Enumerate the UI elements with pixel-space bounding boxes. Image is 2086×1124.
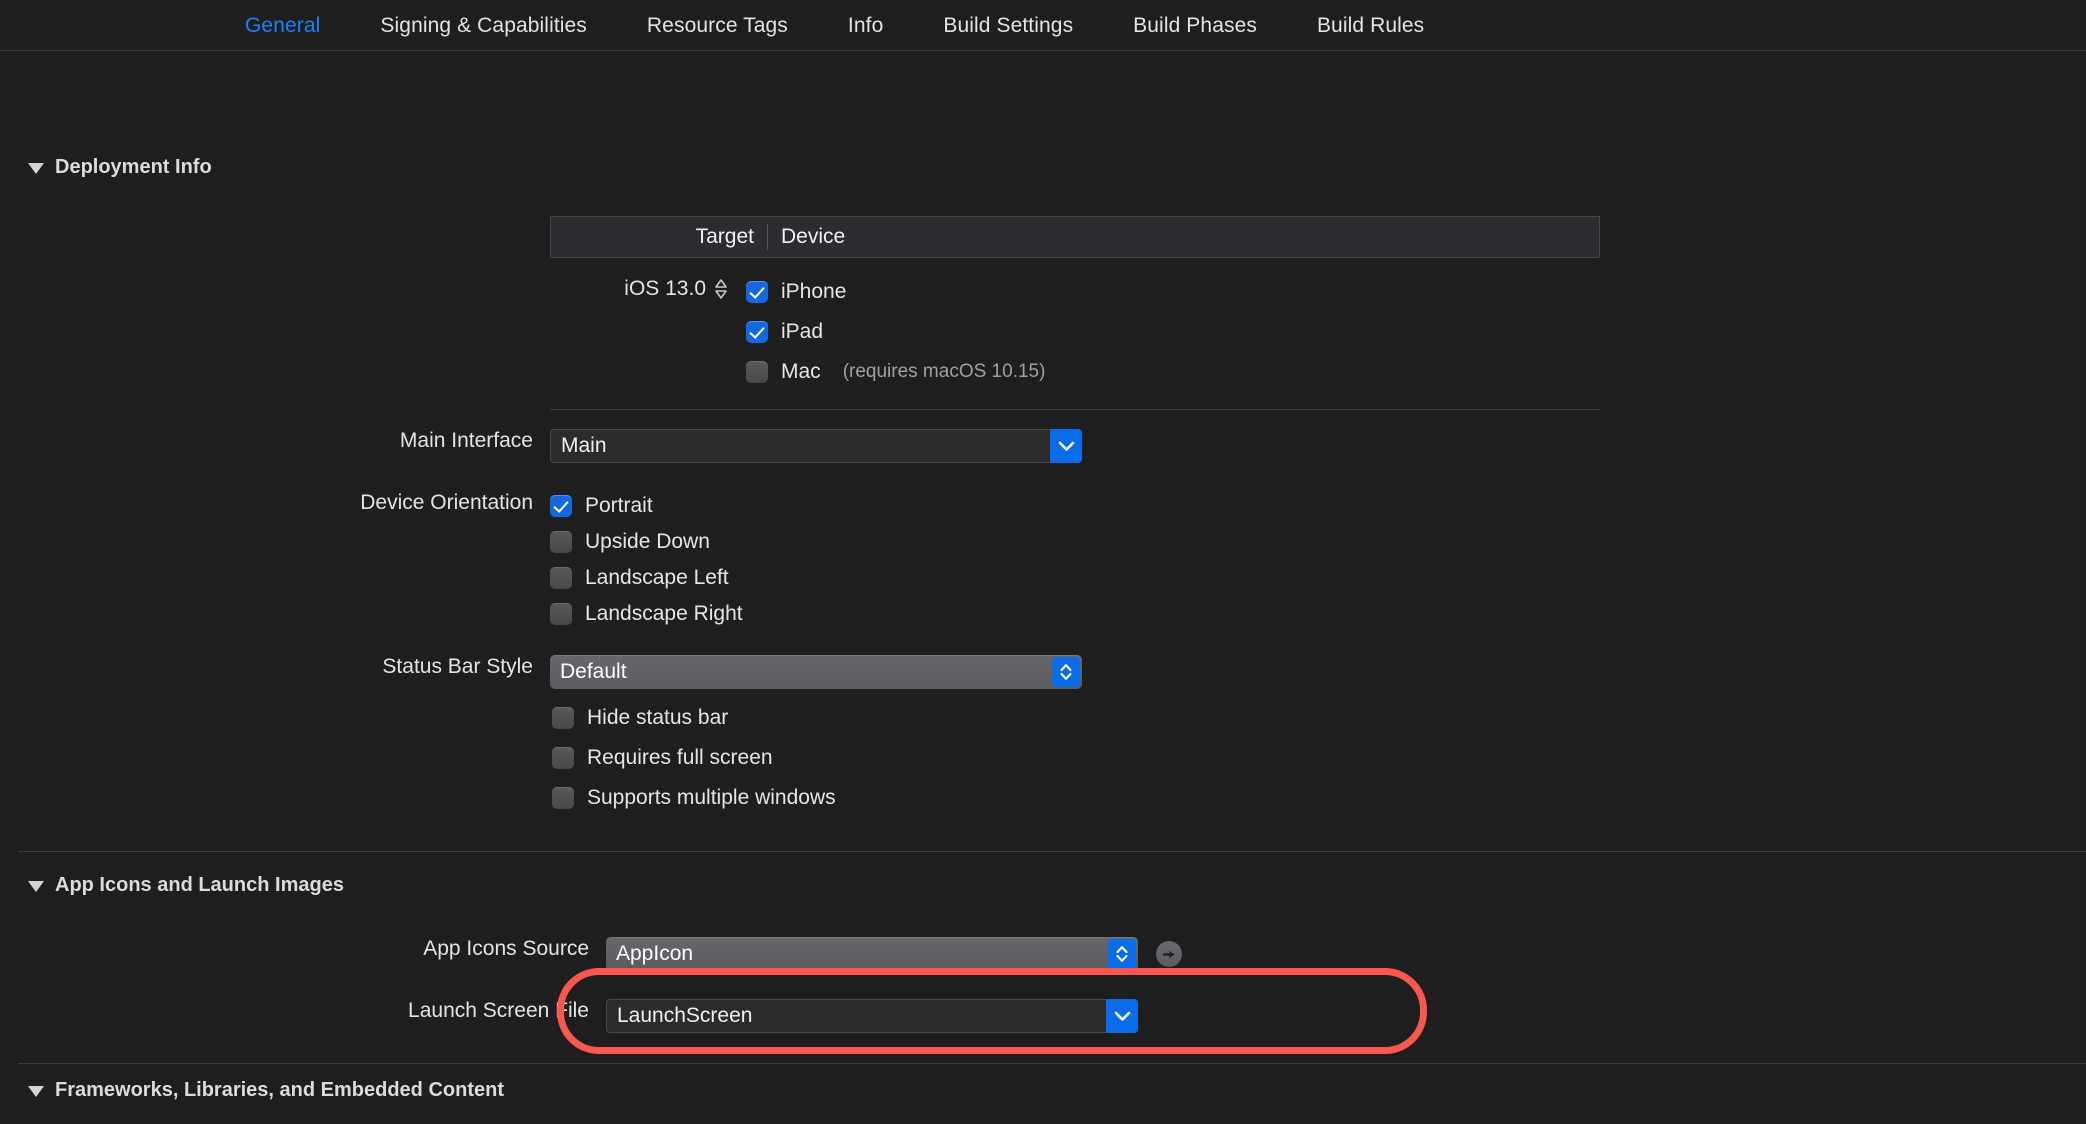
app-icons-source-value: AppIcon xyxy=(616,942,694,965)
combo-launch-screen-file[interactable]: LaunchScreen xyxy=(606,999,1138,1033)
stepper-updown-icon[interactable] xyxy=(714,278,728,300)
section-header-deployment-info[interactable]: Deployment Info xyxy=(28,156,212,179)
checkbox-label-landscape-left: Landscape Left xyxy=(585,566,729,589)
chevron-down-icon[interactable] xyxy=(1050,429,1082,463)
divider-above-frameworks xyxy=(18,1063,2086,1064)
tab-build-settings[interactable]: Build Settings xyxy=(943,14,1073,38)
checkbox-hide-status-bar[interactable] xyxy=(552,707,574,729)
popup-updown-chevrons-icon[interactable] xyxy=(1052,657,1080,687)
checkbox-row-ipad[interactable]: iPad xyxy=(746,317,1045,347)
checkbox-note-mac: (requires macOS 10.15) xyxy=(842,361,1046,382)
section-title-deployment-info: Deployment Info xyxy=(55,156,212,178)
row-status-bar-style: Status Bar Style Default Hide status bar xyxy=(302,655,1082,813)
popup-app-icons-source[interactable]: AppIcon xyxy=(606,937,1138,971)
status-bar-style-group: Default Hide status bar Requires full sc… xyxy=(550,655,1082,813)
checkbox-row-upside-down[interactable]: Upside Down xyxy=(550,527,743,557)
checkbox-label-portrait: Portrait xyxy=(585,494,653,517)
row-launch-screen-file: Launch Screen File LaunchScreen xyxy=(358,999,1138,1033)
device-checkbox-group: iPhone iPad Mac (requires macOS 10.15) xyxy=(746,277,1045,387)
deployment-target-value: iOS 13.0 xyxy=(624,277,706,300)
column-header-device: Device xyxy=(781,225,846,248)
label-app-icons-source: App Icons Source xyxy=(423,937,589,960)
main-interface-value[interactable]: Main xyxy=(550,429,1050,463)
disclosure-triangle-down-icon[interactable] xyxy=(28,1086,44,1097)
checkbox-row-landscape-left[interactable]: Landscape Left xyxy=(550,563,743,593)
divider-above-app-icons xyxy=(18,851,2086,852)
deployment-target-stepper[interactable]: iOS 13.0 xyxy=(550,277,740,301)
row-deployment-target: iOS 13.0 iPhone iPad Mac (requires macOS… xyxy=(550,277,1045,387)
checkbox-row-portrait[interactable]: Portrait xyxy=(550,491,743,521)
tab-build-phases[interactable]: Build Phases xyxy=(1133,14,1257,38)
checkbox-label-hide-status-bar: Hide status bar xyxy=(587,706,729,729)
checkbox-label-upside-down: Upside Down xyxy=(585,530,710,553)
row-device-orientation: Device Orientation Portrait Upside Down … xyxy=(302,491,743,629)
chevron-down-icon[interactable] xyxy=(1106,999,1138,1033)
checkbox-label-ipad: iPad xyxy=(781,320,824,343)
deployment-devices-divider xyxy=(550,409,1600,410)
tab-info[interactable]: Info xyxy=(848,14,883,38)
checkbox-label-requires-full-screen: Requires full screen xyxy=(587,746,773,769)
checkbox-iphone[interactable] xyxy=(746,281,768,303)
checkbox-row-hide-status-bar[interactable]: Hide status bar xyxy=(552,703,1082,733)
checkbox-requires-full-screen[interactable] xyxy=(552,747,574,769)
status-bar-style-value: Default xyxy=(560,660,627,683)
checkbox-row-supports-multiple-windows[interactable]: Supports multiple windows xyxy=(552,783,1082,813)
arrow-right-circle-icon[interactable] xyxy=(1156,941,1182,967)
project-editor-tabbar: General Signing & Capabilities Resource … xyxy=(0,0,2086,51)
checkbox-label-supports-multiple-windows: Supports multiple windows xyxy=(587,786,836,809)
checkbox-upside-down[interactable] xyxy=(550,531,572,553)
checkbox-ipad[interactable] xyxy=(746,321,768,343)
column-header-target: Target xyxy=(695,225,754,248)
tab-general[interactable]: General xyxy=(245,14,320,38)
table-header-row: Target Device xyxy=(551,217,1599,258)
xcode-general-settings-window: General Signing & Capabilities Resource … xyxy=(0,0,2086,1124)
checkbox-row-iphone[interactable]: iPhone xyxy=(746,277,1045,307)
checkbox-row-mac[interactable]: Mac (requires macOS 10.15) xyxy=(746,357,1045,387)
checkbox-landscape-right[interactable] xyxy=(550,603,572,625)
checkbox-label-landscape-right: Landscape Right xyxy=(585,602,743,625)
section-header-app-icons-and-launch-images[interactable]: App Icons and Launch Images xyxy=(28,874,344,897)
checkbox-row-requires-full-screen[interactable]: Requires full screen xyxy=(552,743,1082,773)
disclosure-triangle-down-icon[interactable] xyxy=(28,163,44,174)
checkbox-landscape-left[interactable] xyxy=(550,567,572,589)
section-header-frameworks-libraries-embedded-content[interactable]: Frameworks, Libraries, and Embedded Cont… xyxy=(28,1079,504,1102)
checkbox-label-mac: Mac xyxy=(781,360,821,383)
settings-scroll-area[interactable]: Deployment Info Target Device iOS 13.0 i… xyxy=(0,51,2086,1124)
tab-build-rules[interactable]: Build Rules xyxy=(1317,14,1424,38)
tab-signing-capabilities[interactable]: Signing & Capabilities xyxy=(380,14,587,38)
combo-main-interface[interactable]: Main xyxy=(550,429,1082,463)
status-bar-options-group: Hide status bar Requires full screen Sup… xyxy=(552,703,1082,813)
section-title-app-icons: App Icons and Launch Images xyxy=(55,874,344,896)
label-launch-screen-file: Launch Screen File xyxy=(408,999,589,1022)
checkbox-supports-multiple-windows[interactable] xyxy=(552,787,574,809)
popup-updown-chevrons-icon[interactable] xyxy=(1108,939,1136,969)
tab-resource-tags[interactable]: Resource Tags xyxy=(647,14,788,38)
label-status-bar-style: Status Bar Style xyxy=(382,655,533,678)
device-orientation-group: Portrait Upside Down Landscape Left Land… xyxy=(550,491,743,629)
checkbox-row-landscape-right[interactable]: Landscape Right xyxy=(550,599,743,629)
launch-screen-file-value[interactable]: LaunchScreen xyxy=(606,999,1106,1033)
checkbox-mac[interactable] xyxy=(746,361,768,383)
row-app-icons-source: App Icons Source AppIcon xyxy=(358,937,1182,971)
checkbox-portrait[interactable] xyxy=(550,495,572,517)
deployment-target-device-table: Target Device xyxy=(550,216,1600,258)
label-device-orientation: Device Orientation xyxy=(360,491,533,514)
checkbox-label-iphone: iPhone xyxy=(781,280,847,303)
popup-status-bar-style[interactable]: Default xyxy=(550,655,1082,689)
label-main-interface: Main Interface xyxy=(399,429,533,452)
row-main-interface: Main Interface Main xyxy=(302,429,1082,463)
disclosure-triangle-down-icon[interactable] xyxy=(28,881,44,892)
section-title-frameworks: Frameworks, Libraries, and Embedded Cont… xyxy=(55,1079,504,1101)
